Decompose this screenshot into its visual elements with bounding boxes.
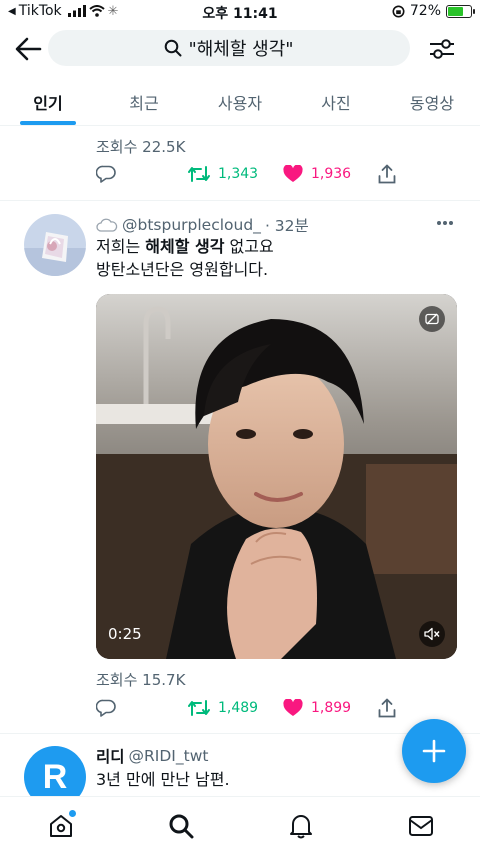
nav-home[interactable] — [46, 810, 76, 841]
tab-videos[interactable]: 동영상 — [384, 74, 480, 125]
nav-notifications[interactable] — [286, 811, 316, 841]
tweet3-text: 3년 만에 만난 남편. — [96, 770, 230, 789]
rotation-lock-icon — [392, 5, 405, 17]
share-icon — [378, 698, 396, 718]
mail-icon — [409, 816, 433, 836]
heart-icon — [283, 165, 303, 182]
retweet-button[interactable]: 1,343 — [188, 165, 283, 183]
back-arrow-icon[interactable] — [14, 36, 42, 62]
video-duration: 0:25 — [108, 625, 142, 643]
retweet-count: 1,343 — [218, 166, 259, 182]
tab-top[interactable]: 인기 — [0, 74, 96, 125]
search-query: "해체할 생각" — [188, 39, 294, 60]
share-button[interactable] — [378, 164, 396, 184]
heart-icon — [283, 699, 303, 716]
mute-button[interactable] — [419, 621, 445, 647]
nav-search[interactable] — [166, 811, 196, 841]
avatar-letter: R — [42, 757, 68, 796]
plus-icon — [422, 739, 446, 763]
search-input[interactable]: "해체할 생각" — [48, 30, 410, 66]
tweet2-text: 저희는 해체할 생각 없고요 방탄소년단은 영원합니다. — [96, 235, 274, 281]
like-button[interactable]: 1,899 — [283, 699, 378, 717]
divider — [0, 200, 480, 201]
video-player[interactable]: 0:25 — [96, 294, 457, 659]
battery-icon — [446, 4, 475, 18]
notification-dot — [69, 810, 76, 817]
tab-photos[interactable]: 사진 — [288, 74, 384, 125]
tweet2-header: @btspurplecloud_ · 32분 — [96, 214, 309, 236]
bell-icon — [290, 815, 312, 839]
like-button[interactable]: 1,936 — [283, 165, 378, 183]
video-thumbnail — [96, 294, 457, 659]
search-icon — [165, 39, 182, 57]
tweet2-actions: 1,489 1,899 — [96, 696, 396, 720]
tab-people[interactable]: 사용자 — [192, 74, 288, 125]
search-icon — [169, 814, 194, 839]
share-button[interactable] — [378, 698, 396, 718]
reply-button[interactable] — [96, 165, 188, 183]
highlighted-query: 해체할 생각 — [145, 237, 225, 256]
tweet1-actions: 1,343 1,936 — [96, 162, 396, 186]
retweet-icon — [188, 166, 210, 182]
tweet2-text-line1: 저희는 해체할 생각 없고요 — [96, 237, 274, 256]
tab-latest[interactable]: 최근 — [96, 74, 192, 125]
speaker-muted-icon — [424, 627, 440, 641]
tweet3-name[interactable]: 리디 — [96, 745, 125, 767]
like-count: 1,899 — [311, 700, 352, 716]
battery-percent: 72% — [409, 3, 441, 19]
avatar[interactable] — [24, 214, 86, 276]
bottom-nav — [0, 796, 480, 853]
reply-button[interactable] — [96, 699, 188, 717]
tweet2-time: · 32분 — [264, 217, 309, 235]
tweet1-views: 조회수 22.5K — [96, 138, 186, 156]
home-icon — [50, 815, 72, 837]
reply-icon — [96, 165, 116, 183]
tweet2-handle[interactable]: @btspurplecloud_ — [122, 216, 261, 234]
tweet3-header: 리디 @RIDI_twt — [96, 745, 208, 767]
retweet-button[interactable]: 1,489 — [188, 699, 283, 717]
cloud-icon — [96, 218, 118, 232]
tweet2-views: 조회수 15.7K — [96, 671, 186, 689]
avatar-image — [24, 214, 86, 276]
share-icon — [378, 164, 396, 184]
retweet-icon — [188, 700, 210, 716]
status-bar: ◀ TikTok ✳ 오후 11:41 72% — [0, 0, 480, 24]
reply-icon — [96, 699, 116, 717]
tweet2-text-line2: 방탄소년단은 영원합니다. — [96, 260, 269, 279]
search-header: "해체할 생각" — [0, 24, 480, 74]
more-options-icon[interactable] — [436, 220, 454, 226]
retweet-count: 1,489 — [218, 700, 259, 716]
captions-off-icon[interactable] — [419, 306, 445, 332]
search-settings-icon[interactable] — [428, 36, 456, 62]
compose-button[interactable] — [402, 719, 466, 783]
tweet3-handle[interactable]: @RIDI_twt — [129, 747, 209, 765]
search-tabs: 인기 최근 사용자 사진 동영상 — [0, 74, 480, 126]
like-count: 1,936 — [311, 166, 352, 182]
nav-messages[interactable] — [406, 811, 436, 841]
